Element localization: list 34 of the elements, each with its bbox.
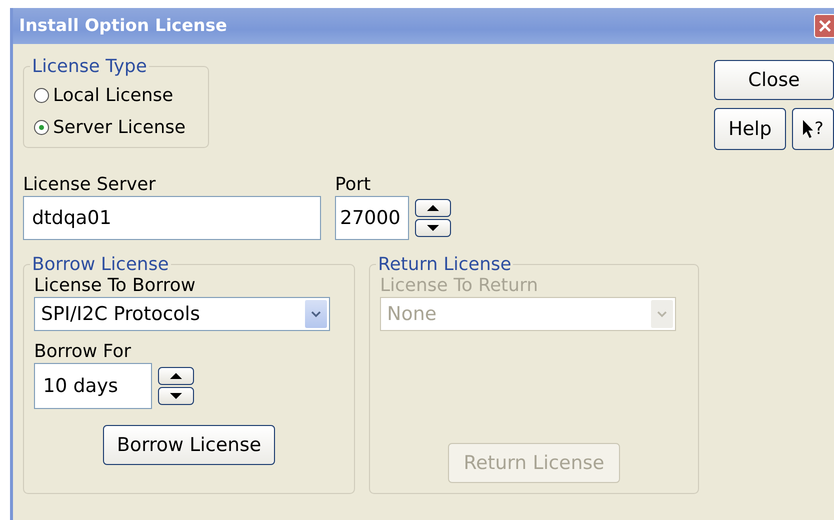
whats-this-button[interactable]: ?: [792, 108, 834, 150]
port-field[interactable]: 27000: [335, 196, 409, 240]
group-title: License Type: [31, 56, 148, 77]
dropdown[interactable]: SPI/I2C Protocols: [34, 297, 330, 331]
license-server-field[interactable]: dtdqa01: [23, 196, 321, 240]
caret-down-icon: [426, 224, 440, 232]
help-button[interactable]: Help: [714, 108, 786, 150]
borrow-days-field[interactable]: 10 days: [34, 363, 152, 409]
field-label: License Server: [23, 174, 157, 196]
chevron-down-icon[interactable]: [305, 300, 327, 328]
caret-down-icon: [169, 392, 183, 400]
group-title: Borrow License: [31, 254, 170, 275]
close-icon[interactable]: [814, 14, 834, 38]
spin-up-button[interactable]: [415, 199, 451, 217]
radio-button[interactable]: [34, 120, 49, 134]
spin-down-button[interactable]: [415, 219, 451, 237]
spin-up-button[interactable]: [158, 367, 194, 385]
spin-down-button[interactable]: [158, 387, 194, 405]
group-title: Return License: [377, 254, 512, 275]
field-label: License To Borrow: [34, 275, 196, 297]
pointer-icon: [802, 119, 814, 139]
window-title: Install Option License: [19, 16, 228, 36]
radio-label: Local License: [53, 84, 174, 106]
radio-option[interactable]: Server License: [34, 111, 198, 143]
caret-up-icon: [169, 372, 183, 380]
borrow-license-button[interactable]: Borrow License: [103, 425, 275, 465]
radio-button[interactable]: [34, 88, 49, 102]
radio-option[interactable]: Local License: [34, 79, 198, 111]
caret-up-icon: [426, 204, 440, 212]
field-label: Port: [335, 174, 372, 196]
field-label: Borrow For: [34, 341, 132, 363]
radio-label: Server License: [53, 116, 186, 138]
close-button[interactable]: Close: [714, 60, 834, 100]
field-label: License To Return: [380, 275, 538, 297]
